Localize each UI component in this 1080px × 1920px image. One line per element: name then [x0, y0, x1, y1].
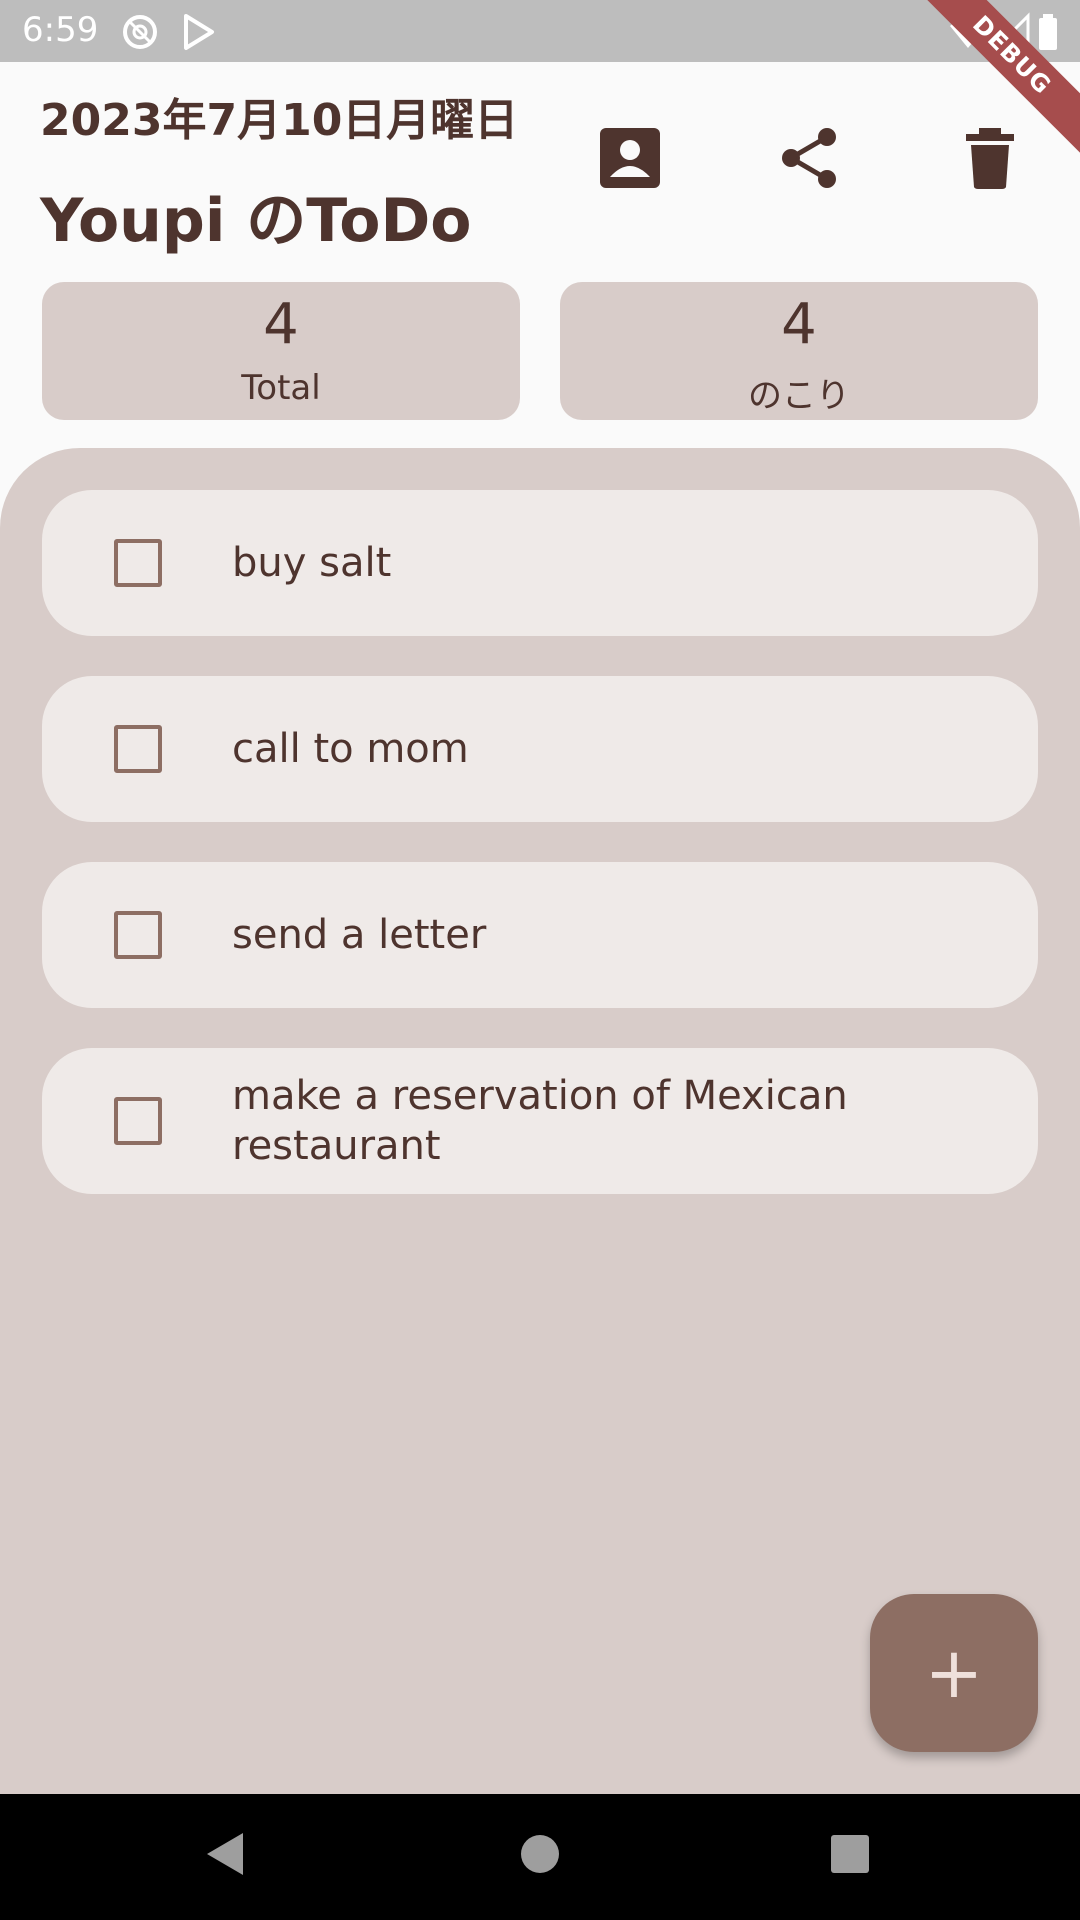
delete-button[interactable] — [950, 120, 1030, 200]
todo-text: call to mom — [232, 726, 469, 772]
battery-icon — [1036, 12, 1076, 52]
status-time: 6:59 — [22, 10, 99, 50]
home-button[interactable] — [508, 1824, 572, 1888]
play-store-icon — [178, 12, 218, 52]
add-todo-button[interactable]: + — [870, 1594, 1038, 1752]
todo-text: make a reservation of Mexican restaurant — [232, 1073, 848, 1169]
back-button[interactable] — [194, 1824, 258, 1888]
contact-icon — [597, 125, 663, 195]
total-count: 4 — [263, 292, 299, 357]
todo-checkbox[interactable] — [114, 725, 162, 773]
remaining-count: 4 — [781, 292, 817, 357]
todo-checkbox[interactable] — [114, 1097, 162, 1145]
plus-icon: + — [924, 1632, 984, 1714]
todo-item[interactable]: send a letter — [42, 862, 1038, 1008]
remaining-label: のこり — [748, 376, 850, 416]
share-icon — [777, 125, 843, 195]
total-label: Total — [241, 368, 321, 408]
home-icon — [515, 1829, 565, 1883]
recents-button[interactable] — [818, 1824, 882, 1888]
todo-checkbox[interactable] — [114, 539, 162, 587]
todo-text: send a letter — [232, 912, 487, 958]
status-bar: 6:59 DEBUG — [0, 0, 1080, 162]
delete-icon — [957, 125, 1023, 195]
todo-list-panel: buy salt call to mom send a letter make … — [0, 448, 1080, 1794]
recents-icon — [825, 1829, 875, 1883]
page-title: Youpi のToDo — [40, 186, 472, 256]
share-button[interactable] — [770, 120, 850, 200]
contact-button[interactable] — [590, 120, 670, 200]
system-nav-bar — [0, 1794, 1080, 1920]
back-icon — [201, 1829, 251, 1883]
todo-item[interactable]: buy salt — [42, 490, 1038, 636]
todo-text: buy salt — [232, 540, 392, 586]
todo-checkbox[interactable] — [114, 911, 162, 959]
total-counter: 4 Total — [42, 282, 520, 420]
date-label: 2023年7月10日月曜日 — [40, 95, 519, 146]
remaining-counter: 4 のこり — [560, 282, 1038, 420]
todo-item[interactable]: call to mom — [42, 676, 1038, 822]
sync-icon — [120, 12, 160, 52]
todo-item[interactable]: make a reservation of Mexican restaurant — [42, 1048, 1038, 1194]
